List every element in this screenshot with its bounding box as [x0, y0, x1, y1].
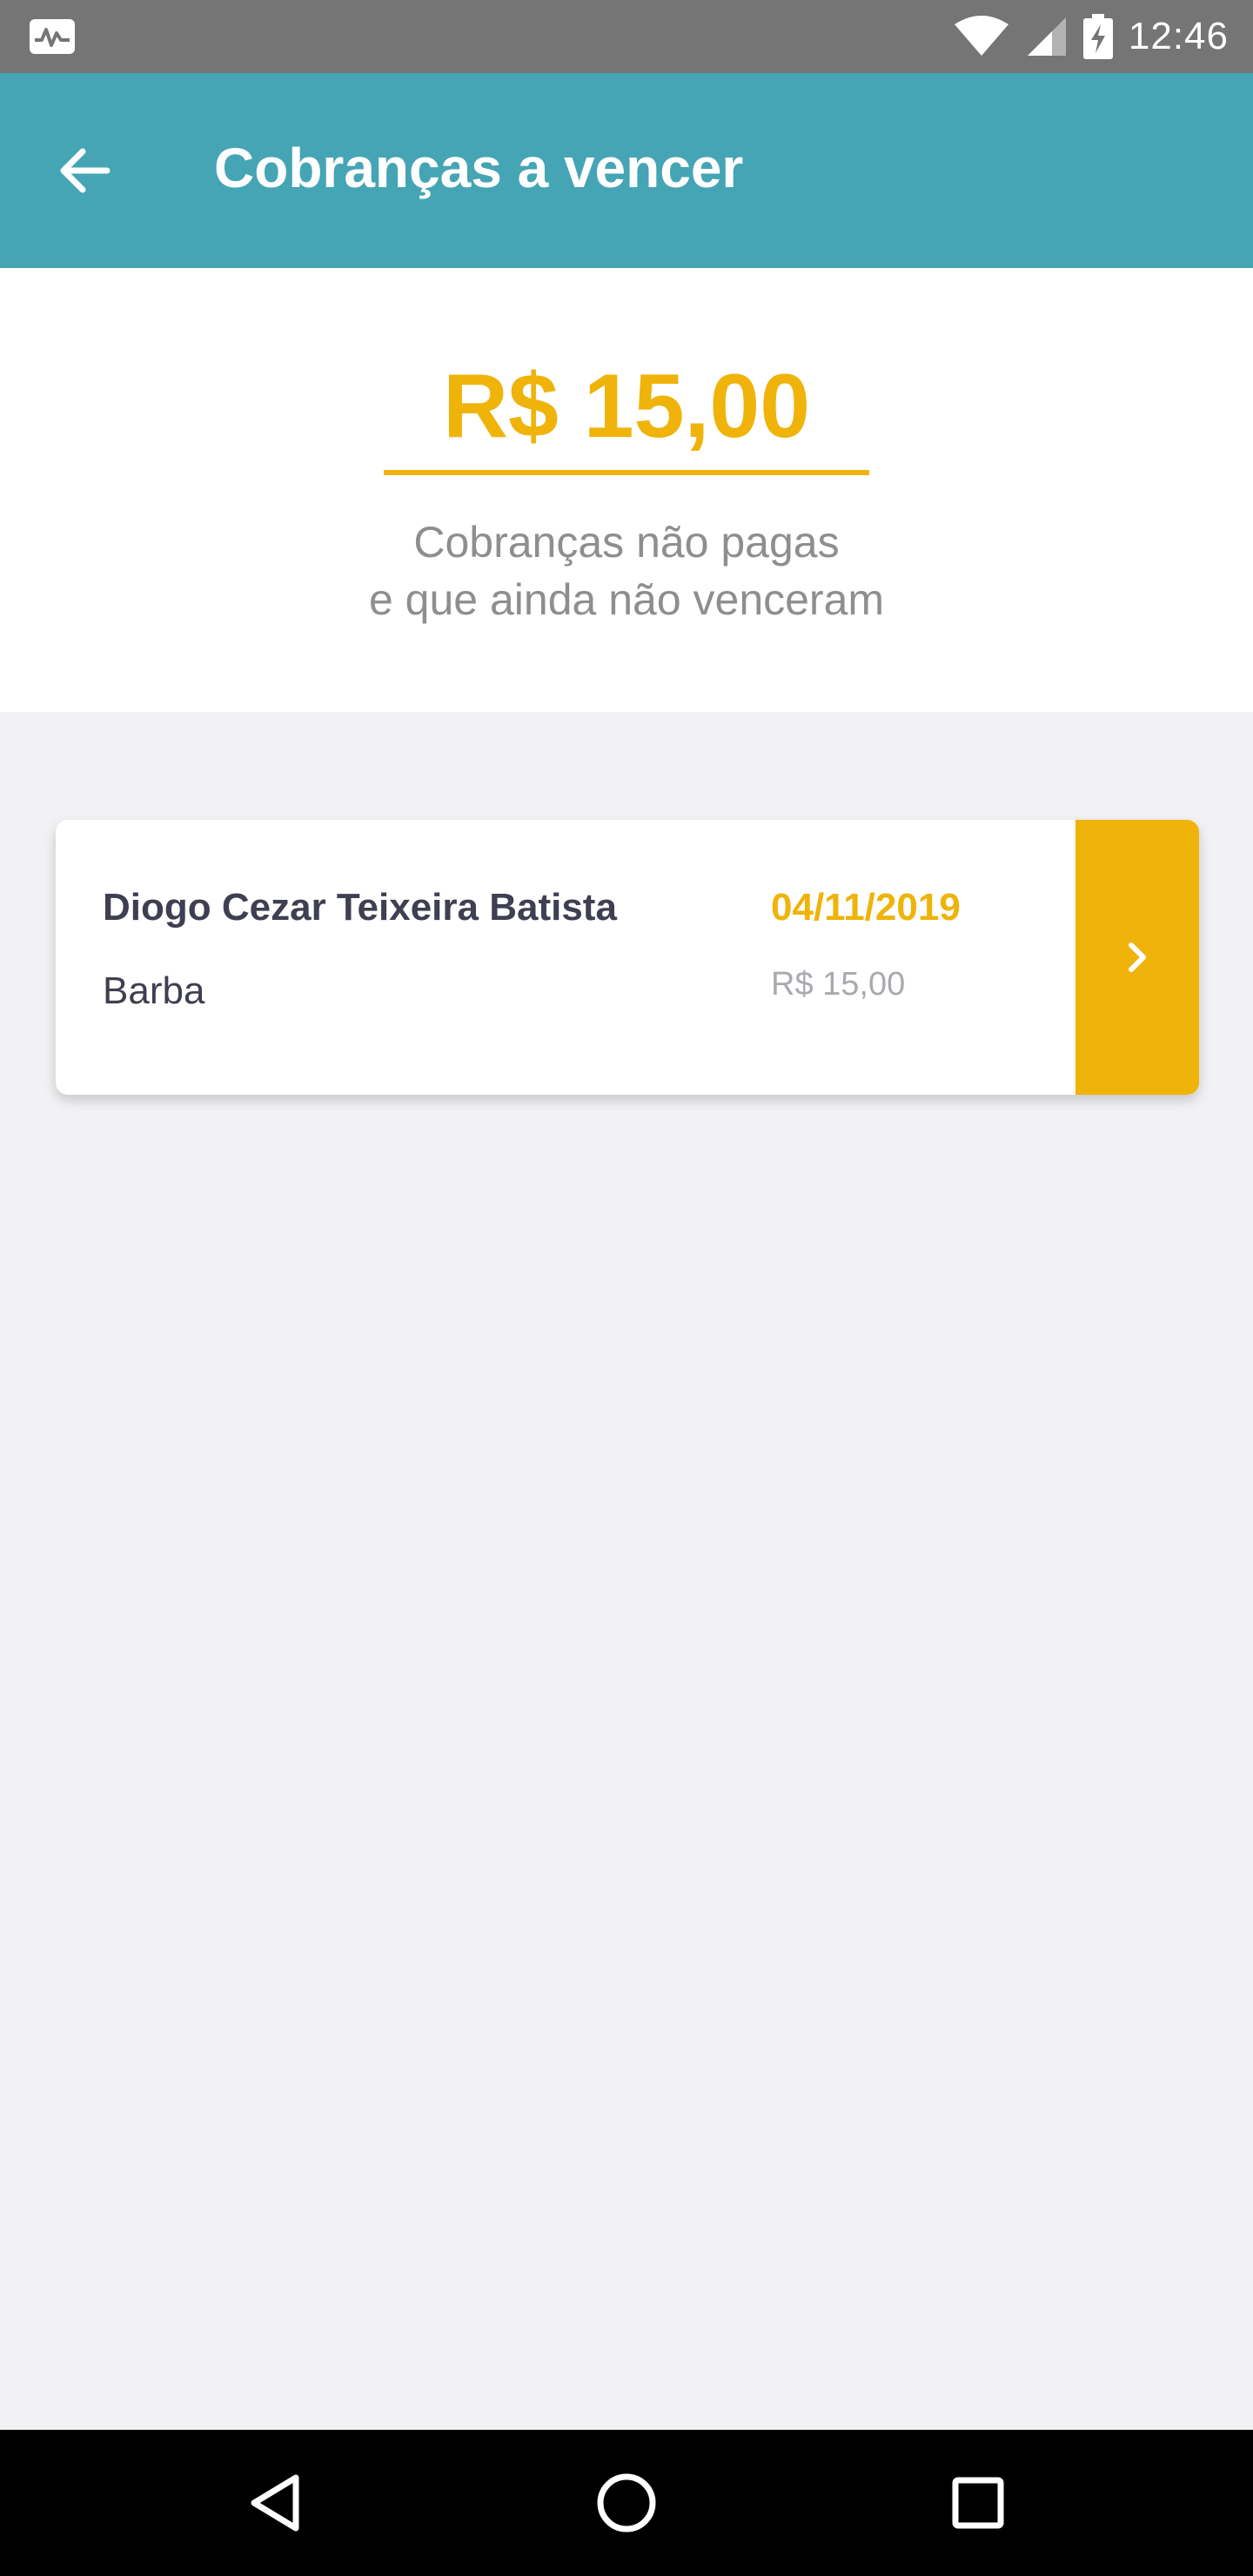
battery-charging-icon	[1082, 14, 1113, 59]
summary-description-line2: e que ainda não venceram	[368, 575, 885, 624]
activity-icon	[30, 19, 75, 54]
nav-home-button[interactable]	[583, 2459, 670, 2546]
arrow-left-icon	[60, 148, 111, 193]
wifi-icon	[954, 16, 1008, 56]
nav-back-button[interactable]	[231, 2459, 318, 2546]
charge-card[interactable]: Diogo Cezar Teixeira Batista Barba 04/11…	[56, 820, 1199, 1095]
system-nav-bar	[0, 2430, 1253, 2576]
total-amount: R$ 15,00	[442, 356, 811, 457]
service-name: Barba	[103, 969, 205, 1012]
due-date: 04/11/2019	[771, 886, 961, 929]
client-name: Diogo Cezar Teixeira Batista	[103, 886, 617, 929]
home-circle-icon	[597, 2473, 656, 2532]
recents-square-icon	[952, 2477, 1004, 2529]
signal-icon	[1027, 17, 1066, 56]
back-triangle-icon	[251, 2474, 299, 2532]
status-bar: 12:46	[0, 0, 1253, 73]
back-button[interactable]	[38, 125, 129, 216]
open-charge-button[interactable]	[1075, 820, 1199, 1095]
status-right-group: 12:46	[953, 0, 1229, 73]
summary-description: Cobranças não pagas e que ainda não venc…	[0, 513, 1253, 628]
amount-underline	[384, 470, 869, 475]
charge-amount: R$ 15,00	[771, 966, 906, 1003]
summary-description-line1: Cobranças não pagas	[413, 518, 840, 567]
nav-recents-button[interactable]	[935, 2459, 1022, 2546]
chevron-right-icon	[1129, 943, 1146, 972]
status-time: 12:46	[1128, 15, 1229, 57]
app-bar: Cobranças a vencer	[0, 73, 1253, 268]
summary-panel: R$ 15,00 Cobranças não pagas e que ainda…	[0, 268, 1253, 712]
page-title: Cobranças a vencer	[214, 137, 744, 199]
